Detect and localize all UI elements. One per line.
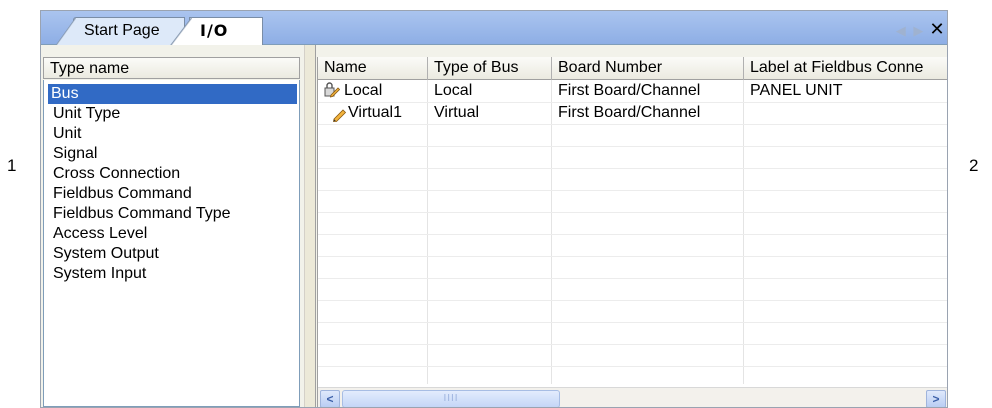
cell-name[interactable]: Virtual1 bbox=[348, 102, 426, 124]
grid-header: Name Type of Bus Board Number Label at F… bbox=[318, 57, 947, 80]
cell-label[interactable] bbox=[750, 102, 946, 124]
grid-divider bbox=[318, 256, 947, 257]
cell-name[interactable]: Local bbox=[344, 80, 426, 102]
bus-grid: Name Type of Bus Board Number Label at F… bbox=[317, 57, 947, 407]
grid-divider bbox=[743, 80, 744, 384]
grid-divider bbox=[318, 124, 947, 125]
cell-board[interactable]: First Board/Channel bbox=[558, 80, 740, 102]
tab-label: I/O bbox=[200, 21, 229, 40]
scrollbar-thumb[interactable]: IIII bbox=[342, 390, 560, 407]
list-item-unit[interactable]: Unit bbox=[50, 124, 84, 144]
callout-2: 2 bbox=[969, 156, 979, 175]
tab-label: Start Page bbox=[84, 22, 160, 39]
grid-divider bbox=[318, 366, 947, 367]
column-header-type-of-bus[interactable]: Type of Bus bbox=[428, 57, 552, 80]
grid-divider bbox=[318, 322, 947, 323]
column-header-label-at-fieldbus[interactable]: Label at Fieldbus Conne bbox=[744, 57, 947, 80]
grid-divider bbox=[318, 168, 947, 169]
scroll-right-icon[interactable]: ▶ bbox=[911, 23, 925, 39]
close-icon[interactable]: ✕ bbox=[929, 19, 945, 40]
grid-divider bbox=[318, 278, 947, 279]
cell-type[interactable]: Local bbox=[434, 80, 548, 102]
type-list-pane: Type name Bus Unit Type Unit Signal Cros… bbox=[41, 45, 304, 407]
horizontal-scrollbar[interactable]: < IIII > bbox=[318, 387, 947, 407]
grid-divider bbox=[318, 234, 947, 235]
column-header-board-number[interactable]: Board Number bbox=[552, 57, 744, 80]
tab-controls: ◀ ▶ ✕ bbox=[894, 19, 945, 40]
grid-divider bbox=[318, 344, 947, 345]
list-item-system-input[interactable]: System Input bbox=[50, 264, 149, 284]
scroll-left-icon[interactable]: ◀ bbox=[894, 23, 908, 39]
cell-label[interactable]: PANEL UNIT bbox=[750, 80, 946, 102]
grid-divider bbox=[318, 300, 947, 301]
scroll-right-button[interactable]: > bbox=[926, 390, 946, 407]
grid-divider bbox=[318, 190, 947, 191]
list-item-fieldbus-command-type[interactable]: Fieldbus Command Type bbox=[50, 204, 234, 224]
tab-strip: Start Page I/O ◀ ▶ ✕ bbox=[41, 11, 947, 46]
grid-divider bbox=[318, 212, 947, 213]
grid-divider bbox=[551, 80, 552, 384]
list-item-bus[interactable]: Bus bbox=[47, 83, 298, 105]
io-window: Start Page I/O ◀ ▶ ✕ Type name Bus Unit … bbox=[40, 10, 948, 408]
cell-board[interactable]: First Board/Channel bbox=[558, 102, 740, 124]
type-name-header[interactable]: Type name bbox=[43, 57, 300, 79]
grid-body: Local Local First Board/Channel PANEL UN… bbox=[318, 80, 947, 384]
callout-1: 1 bbox=[7, 156, 17, 175]
pane-splitter[interactable] bbox=[304, 45, 316, 407]
cell-type[interactable]: Virtual bbox=[434, 102, 548, 124]
grid-divider bbox=[318, 146, 947, 147]
tab-io[interactable]: I/O bbox=[170, 17, 263, 46]
list-item-fieldbus-command[interactable]: Fieldbus Command bbox=[50, 184, 195, 204]
list-item-access-level[interactable]: Access Level bbox=[50, 224, 150, 244]
list-item-cross-connection[interactable]: Cross Connection bbox=[50, 164, 183, 184]
type-list[interactable]: Bus Unit Type Unit Signal Cross Connecti… bbox=[43, 80, 300, 407]
list-item-unit-type[interactable]: Unit Type bbox=[50, 104, 123, 124]
pencil-icon bbox=[333, 109, 347, 122]
lock-icon bbox=[324, 82, 340, 98]
column-header-name[interactable]: Name bbox=[318, 57, 428, 80]
scroll-left-button[interactable]: < bbox=[320, 390, 340, 407]
tab-start-page[interactable]: Start Page bbox=[56, 17, 185, 45]
grid-divider bbox=[427, 80, 428, 384]
list-item-system-output[interactable]: System Output bbox=[50, 244, 162, 264]
list-item-signal[interactable]: Signal bbox=[50, 144, 100, 164]
